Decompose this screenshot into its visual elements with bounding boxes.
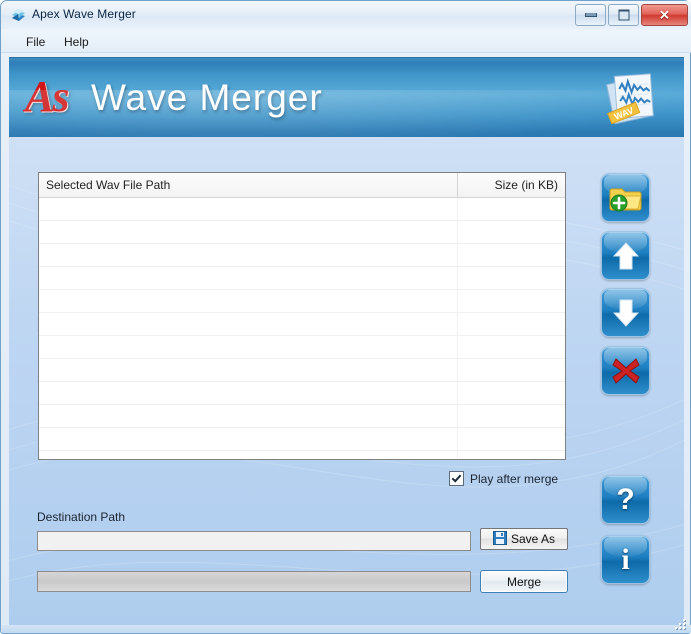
minimize-button[interactable] <box>575 4 606 26</box>
file-list-body[interactable] <box>39 198 565 459</box>
app-banner: As Wave Merger WAV <box>9 57 684 138</box>
list-item[interactable] <box>39 198 565 221</box>
file-list[interactable]: Selected Wav File Path Size (in KB) <box>38 172 566 460</box>
list-item[interactable] <box>39 244 565 267</box>
close-button[interactable]: ✕ <box>641 4 688 26</box>
column-divider <box>457 173 458 197</box>
list-item[interactable] <box>39 267 565 290</box>
list-item[interactable] <box>39 428 565 451</box>
maximize-icon <box>618 9 629 21</box>
status-bar <box>2 625 691 633</box>
maximize-button[interactable] <box>608 4 639 26</box>
list-item[interactable] <box>39 359 565 382</box>
save-as-button[interactable]: Save As <box>480 528 568 550</box>
list-item[interactable] <box>39 290 565 313</box>
save-as-label: Save As <box>510 532 556 546</box>
list-item[interactable] <box>39 382 565 405</box>
arrow-up-icon <box>602 232 649 279</box>
help-button[interactable]: ? <box>601 475 650 524</box>
move-down-button[interactable] <box>601 288 650 337</box>
window-title: Apex Wave Merger <box>32 7 136 21</box>
content-area: Selected Wav File Path Size (in KB) ? i … <box>9 137 684 628</box>
menu-item-help[interactable]: Help <box>59 34 94 50</box>
about-button[interactable]: i <box>601 535 650 584</box>
floppy-disk-icon <box>492 530 507 548</box>
move-up-button[interactable] <box>601 231 650 280</box>
arrow-down-icon <box>602 289 649 336</box>
remove-button[interactable] <box>601 346 650 395</box>
svg-text:WAV: WAV <box>613 105 635 122</box>
play-after-merge-checkbox[interactable] <box>449 471 464 486</box>
close-icon: ✕ <box>659 7 670 23</box>
banner-title: Wave Merger <box>91 77 323 118</box>
title-bar: Apex Wave Merger ✕ <box>1 1 691 31</box>
info-icon: i <box>621 542 630 576</box>
file-list-header: Selected Wav File Path Size (in KB) <box>39 173 565 198</box>
merge-button[interactable]: Merge <box>480 570 568 593</box>
progress-bar <box>37 571 471 592</box>
list-item[interactable] <box>39 221 565 244</box>
add-files-button[interactable] <box>601 173 650 222</box>
question-mark-icon: ? <box>616 482 635 516</box>
window-controls: ✕ <box>575 4 688 26</box>
column-divider-body <box>457 198 458 459</box>
minimize-icon <box>584 13 597 17</box>
red-cross-icon <box>602 347 649 394</box>
list-item[interactable] <box>39 336 565 359</box>
merge-label: Merge <box>506 574 541 589</box>
apex-logo: As <box>25 72 69 121</box>
menu-bar: File Help <box>1 30 691 53</box>
wav-files-icon: WAV <box>604 69 666 127</box>
column-header-size[interactable]: Size (in KB) <box>495 178 558 192</box>
list-item[interactable] <box>39 405 565 428</box>
menu-item-file[interactable]: File <box>21 34 50 50</box>
destination-path-label: Destination Path <box>37 510 126 524</box>
app-icon <box>10 7 27 24</box>
resize-grip[interactable] <box>675 619 687 631</box>
play-after-merge-label: Play after merge <box>470 471 559 486</box>
column-header-path[interactable]: Selected Wav File Path <box>46 178 170 192</box>
application-window: Apex Wave Merger ✕ File Help As Wave Mer… <box>0 0 691 634</box>
folder-add-icon <box>602 174 649 221</box>
list-item[interactable] <box>39 313 565 336</box>
destination-path-input[interactable] <box>37 531 471 551</box>
play-after-merge-row[interactable]: Play after merge <box>449 471 558 486</box>
